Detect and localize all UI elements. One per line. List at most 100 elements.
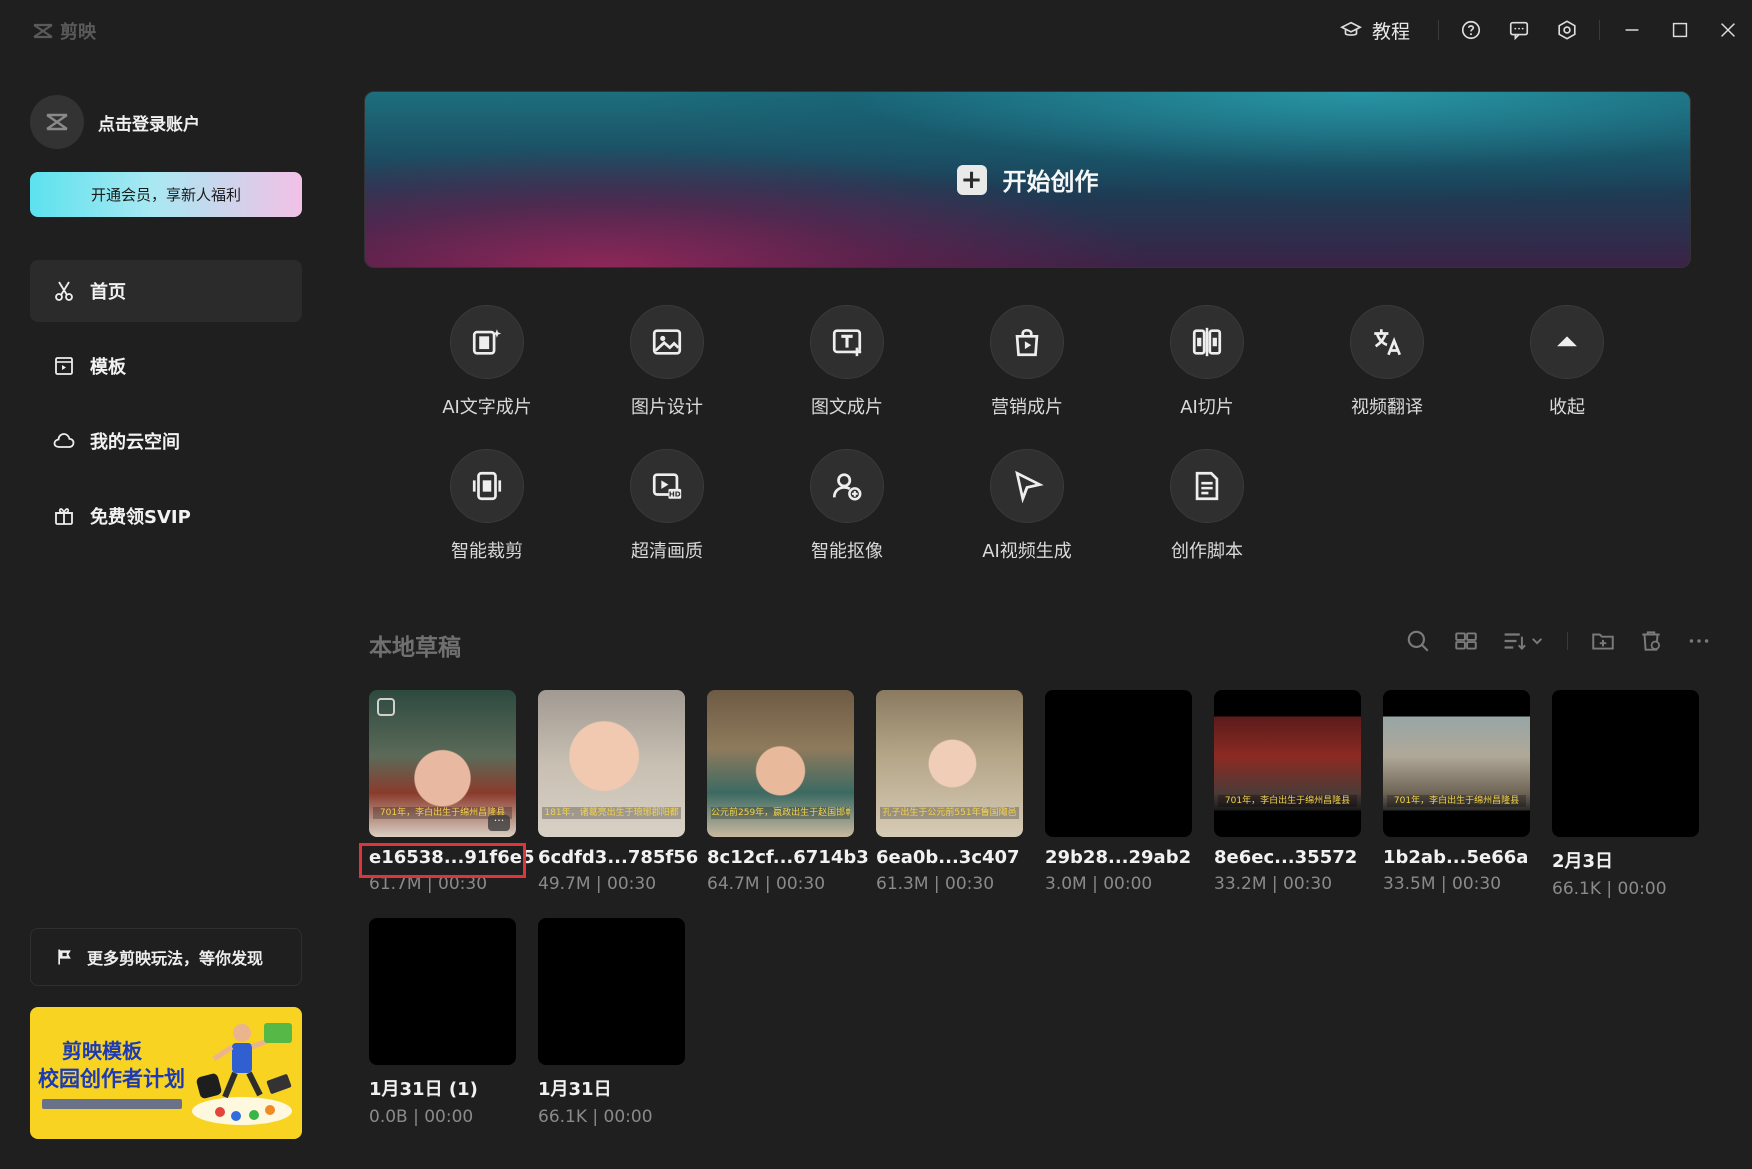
new-folder-icon[interactable]	[1590, 628, 1616, 654]
draft-item[interactable]: 2月3日 66.1K | 00:00	[1552, 690, 1699, 899]
minimize-button[interactable]	[1608, 0, 1656, 60]
tool-circle	[810, 449, 884, 523]
draft-thumbnail[interactable]: 701年，李白出生于绵州昌隆县 ···	[369, 690, 516, 837]
tutorial-button[interactable]: 教程	[1339, 17, 1410, 44]
tool-circle	[450, 305, 524, 379]
tool-ai-text-video[interactable]: AI文字成片	[407, 305, 567, 419]
search-icon[interactable]	[1405, 628, 1431, 654]
draft-thumbnail[interactable]: 181年，诸葛亮出生于琅琊郡阳都	[538, 690, 685, 837]
thumbnail-subtitle: 孔子出生于公元前551年鲁国陬邑	[880, 807, 1019, 819]
cloud-icon	[53, 433, 75, 448]
tool-label: 营销成片	[991, 397, 1063, 418]
draft-thumbnail[interactable]	[1045, 690, 1192, 837]
divider	[1438, 20, 1439, 40]
capcut-logo-icon	[33, 23, 53, 39]
tool-circle	[1530, 305, 1604, 379]
message-icon	[1509, 21, 1529, 41]
feedback-button[interactable]	[1495, 0, 1543, 60]
select-checkbox[interactable]	[377, 698, 395, 716]
svg-text:HD: HD	[669, 490, 681, 499]
draft-item[interactable]: 1月31日 (1) 0.0B | 00:00	[369, 918, 516, 1127]
tool-smart-crop[interactable]: 智能裁剪	[407, 449, 567, 563]
close-icon	[1721, 23, 1735, 37]
sidebar-item-svip[interactable]: 免费领SVIP	[30, 485, 302, 547]
draft-item[interactable]: 1月31日 66.1K | 00:00	[538, 918, 685, 1127]
draft-item[interactable]: 701年，李白出生于绵州昌隆县 1b2ab...5e66a 33.5M | 00…	[1383, 690, 1530, 894]
tool-ai-slice[interactable]: AI切片	[1127, 305, 1287, 419]
tool-marketing-video[interactable]: 营销成片	[947, 305, 1107, 419]
tool-collapse[interactable]: 收起	[1487, 305, 1647, 419]
gift-icon	[55, 508, 73, 525]
close-button[interactable]	[1704, 0, 1752, 60]
tool-matting[interactable]: 智能抠像	[767, 449, 927, 563]
tool-label: 收起	[1549, 397, 1585, 418]
draft-thumbnail[interactable]	[369, 918, 516, 1065]
tutorial-label: 教程	[1371, 20, 1410, 43]
tool-image-design[interactable]: 图片设计	[587, 305, 747, 419]
draft-item[interactable]: 公元前259年，嬴政出生于赵国邯郸 8c12cf...6714b3 64.7M …	[707, 690, 869, 894]
draft-item[interactable]: 701年，李白出生于绵州昌隆县 8e6ec...35572 33.2M | 00…	[1214, 690, 1361, 894]
image-design-icon	[652, 329, 682, 355]
start-creation-button[interactable]: + 开始创作	[364, 91, 1691, 268]
draft-thumbnail[interactable]: 701年，李白出生于绵州昌隆县	[1214, 690, 1361, 837]
sidebar-item-cloud[interactable]: 我的云空间	[30, 410, 302, 472]
login-account-label[interactable]: 点击登录账户	[98, 110, 200, 135]
template-icon	[55, 357, 73, 375]
tool-hd-quality[interactable]: HD 超清画质	[587, 449, 747, 563]
divider	[1599, 20, 1600, 40]
collapse-up-icon	[1557, 336, 1577, 347]
draft-thumbnail[interactable]: 孔子出生于公元前551年鲁国陬邑	[876, 690, 1023, 837]
sidebar-nav: 首页 模板 我的云空间 免费领SVIP	[30, 260, 302, 560]
draft-name: 1月31日	[538, 1079, 612, 1100]
tool-video-translate[interactable]: 视频翻译	[1307, 305, 1467, 419]
draft-meta: 33.5M | 00:30	[1383, 874, 1502, 894]
vip-membership-button[interactable]: 开通会员，享新人福利	[30, 172, 302, 217]
tool-image-text-video[interactable]: 图文成片	[767, 305, 927, 419]
tool-creation-script[interactable]: 创作脚本	[1127, 449, 1287, 563]
tool-circle	[990, 305, 1064, 379]
settings-button[interactable]	[1543, 0, 1591, 60]
draft-meta: 66.1K | 00:00	[1552, 879, 1667, 899]
banner-title: 剪映模板	[62, 1039, 142, 1063]
campus-creator-banner[interactable]: 剪映模板 校园创作者计划	[30, 1007, 302, 1139]
draft-item[interactable]: 29b28...29ab2 3.0M | 00:00	[1045, 690, 1192, 894]
draft-meta: 3.0M | 00:00	[1045, 874, 1153, 894]
thumbnail-subtitle: 701年，李白出生于绵州昌隆县	[1387, 795, 1526, 807]
tool-ai-video-gen[interactable]: AI视频生成	[947, 449, 1107, 563]
avatar[interactable]	[30, 95, 84, 149]
draft-thumbnail[interactable]	[1552, 690, 1699, 837]
hd-quality-icon: HD	[652, 473, 682, 499]
login-account[interactable]: 点击登录账户	[30, 95, 200, 149]
sidebar-item-templates[interactable]: 模板	[30, 335, 302, 397]
draft-more-button[interactable]: ···	[488, 815, 510, 831]
sort-icon[interactable]	[1501, 628, 1545, 654]
graduation-cap-icon	[1339, 21, 1362, 36]
tool-circle	[810, 305, 884, 379]
draft-thumbnail[interactable]	[538, 918, 685, 1065]
tool-circle	[450, 449, 524, 523]
title-bar: 剪映 教程	[0, 0, 1752, 60]
maximize-button[interactable]	[1656, 0, 1704, 60]
draft-item[interactable]: 孔子出生于公元前551年鲁国陬邑 6ea0b...3c407 61.3M | 0…	[876, 690, 1023, 894]
draft-thumbnail[interactable]: 公元前259年，嬴政出生于赵国邯郸	[707, 690, 854, 837]
tool-circle	[1170, 449, 1244, 523]
plus-icon: +	[956, 164, 987, 195]
sidebar-item-home[interactable]: 首页	[30, 260, 302, 322]
ai-video-gen-icon	[1015, 470, 1044, 503]
title-bar-controls: 教程	[1339, 0, 1752, 60]
banner-illustration	[192, 1023, 292, 1125]
banner-subtitle: 校园创作者计划	[38, 1067, 185, 1091]
draft-item[interactable]: 181年，诸葛亮出生于琅琊郡阳都 6cdfd3...785f56 49.7M |…	[538, 690, 698, 894]
matting-icon	[832, 473, 862, 501]
more-options-icon[interactable]	[1686, 628, 1712, 654]
trash-icon[interactable]	[1638, 628, 1664, 654]
draft-thumbnail[interactable]: 701年，李白出生于绵州昌隆县	[1383, 690, 1530, 837]
ai-slice-icon	[1192, 327, 1222, 357]
discover-more-button[interactable]: 更多剪映玩法，等你发现	[30, 928, 302, 986]
help-button[interactable]	[1447, 0, 1495, 60]
tool-label: 智能裁剪	[451, 541, 523, 562]
scissors-icon	[55, 281, 73, 301]
grid-view-icon[interactable]	[1453, 628, 1479, 654]
sidebar-item-label: 模板	[90, 357, 126, 378]
tool-circle	[630, 305, 704, 379]
